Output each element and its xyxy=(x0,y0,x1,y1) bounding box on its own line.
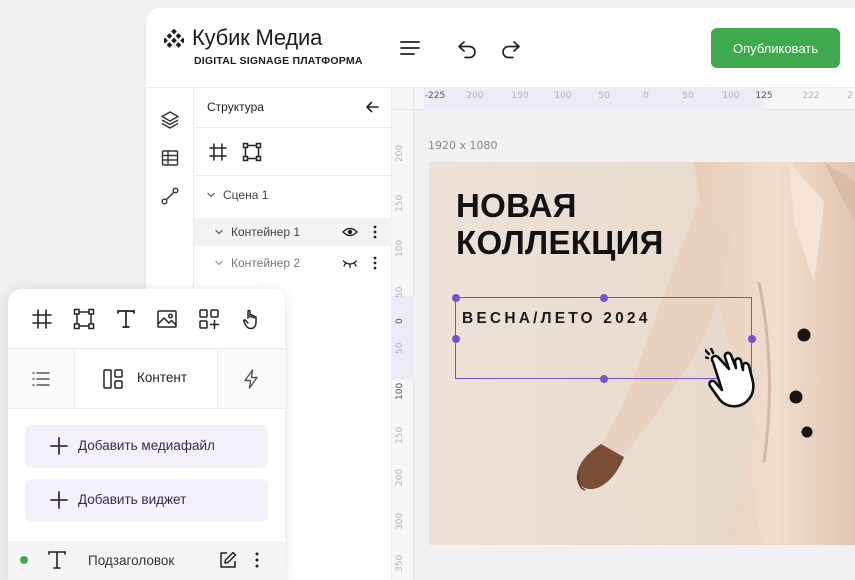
ruler-tick-label: -225 xyxy=(424,91,446,101)
ruler-tick-label: 125 xyxy=(755,91,773,101)
resize-handle-right[interactable] xyxy=(747,334,756,343)
structure-title: Структура xyxy=(207,100,264,114)
ruler-tick-label: 150 xyxy=(511,91,529,101)
ruler-tick-label: 150 xyxy=(395,194,405,212)
tab-content-label: Контент xyxy=(137,370,188,385)
tree-label: Контейнер 1 xyxy=(231,225,301,239)
lightning-icon xyxy=(244,369,258,389)
edit-pencil-icon[interactable] xyxy=(218,550,238,570)
tab-actions[interactable] xyxy=(218,349,285,408)
text-type-icon xyxy=(48,551,66,569)
structure-header: Структура xyxy=(194,88,392,128)
tree-label: Сцена 1 xyxy=(223,188,269,202)
tree-label: Контейнер 2 xyxy=(231,256,301,270)
eye-visible-icon[interactable] xyxy=(342,225,358,239)
tree-item-container-2[interactable]: Контейнер 2 xyxy=(194,249,392,277)
element-toolbar xyxy=(8,289,285,349)
redo-arrow-icon[interactable] xyxy=(499,36,523,60)
add-widget-button[interactable]: Добавить виджет xyxy=(25,479,268,522)
container-box-icon[interactable] xyxy=(242,142,262,162)
headline-line-1: НОВАЯ xyxy=(456,187,577,224)
content-blocks-icon xyxy=(103,369,123,389)
ruler-tick-label: 200 xyxy=(466,91,484,101)
ruler-tick-label: 2 xyxy=(847,91,853,101)
ruler-horizontal: -225 200 150 100 50 0 50 100 125 222 2 xyxy=(414,88,855,110)
hand-pointer-icon[interactable] xyxy=(240,308,262,330)
top-bar: Кубик Медиа DIGITAL SIGNAGE ПЛАТФОРМА Оп… xyxy=(146,8,855,88)
more-vertical-icon[interactable] xyxy=(372,255,378,271)
ruler-tick-label: 50 xyxy=(598,91,610,101)
app-subtitle: DIGITAL SIGNAGE ПЛАТФОРМА xyxy=(194,55,363,67)
table-grid-icon[interactable] xyxy=(160,148,180,168)
more-vertical-icon[interactable] xyxy=(372,224,378,240)
eye-hidden-icon[interactable] xyxy=(342,256,358,270)
ruler-tick-label: 350 xyxy=(395,554,405,572)
layer-label: Подзаголовок xyxy=(88,553,175,568)
canvas-area[interactable]: -225 200 150 100 50 0 50 100 125 222 2 2… xyxy=(392,88,855,580)
undo-arrow-icon[interactable] xyxy=(455,36,479,60)
ruler-tick-label: 0 xyxy=(643,91,649,101)
add-widget-label: Добавить виджет xyxy=(78,492,187,507)
ruler-tick-label: 100 xyxy=(722,91,740,101)
ruler-vertical: 200 150 100 50 0 50 100 150 200 300 350 xyxy=(392,110,414,580)
ruler-tick-label: 200 xyxy=(395,144,405,162)
resize-handle-left[interactable] xyxy=(451,334,460,343)
ruler-tick-label: 50 xyxy=(682,91,694,101)
chevron-down-icon[interactable] xyxy=(214,258,224,268)
resize-handle-bottom[interactable] xyxy=(599,374,608,383)
ruler-tick-label: 300 xyxy=(395,512,405,530)
hand-pointer-cursor-icon xyxy=(705,348,755,408)
plus-icon xyxy=(50,491,68,509)
widget-panel: Контент Добавить медиафайл Добавить видж… xyxy=(8,289,285,580)
artboard[interactable]: НОВАЯ КОЛЛЕКЦИЯ ВЕСНА/ЛЕТО 2024 xyxy=(429,162,855,545)
diamond-dots-logo-icon xyxy=(164,29,184,48)
tree-item-container-1[interactable]: Контейнер 1 xyxy=(194,218,392,246)
more-vertical-icon[interactable] xyxy=(254,551,260,569)
artboard-headline[interactable]: НОВАЯ КОЛЛЕКЦИЯ xyxy=(456,187,664,261)
add-media-label: Добавить медиафайл xyxy=(78,438,215,453)
frame-hash-icon[interactable] xyxy=(31,308,53,330)
layer-item-subheading[interactable]: Подзаголовок xyxy=(8,541,285,580)
ruler-tick-label: 100 xyxy=(395,239,405,257)
ruler-tick-label: 150 xyxy=(395,426,405,444)
chevron-down-icon[interactable] xyxy=(214,227,224,237)
status-dot xyxy=(20,556,28,564)
headline-line-2: КОЛЛЕКЦИЯ xyxy=(456,224,664,261)
node-connection-icon[interactable] xyxy=(160,186,180,206)
ruler-tick-label: 50 xyxy=(395,342,405,354)
chevron-down-icon[interactable] xyxy=(206,190,216,200)
list-icon xyxy=(32,372,50,386)
hamburger-menu-icon[interactable] xyxy=(398,36,422,60)
app-title: Кубик Медиа xyxy=(192,25,323,50)
container-box-icon[interactable] xyxy=(73,308,95,330)
ruler-corner xyxy=(392,88,414,110)
ruler-tick-label: 0 xyxy=(395,318,405,324)
text-tool-icon[interactable] xyxy=(115,308,137,330)
resize-handle-top[interactable] xyxy=(599,293,608,302)
add-media-button[interactable]: Добавить медиафайл xyxy=(25,425,268,468)
ruler-tick-label: 50 xyxy=(395,286,405,298)
tab-content[interactable]: Контент xyxy=(74,349,218,408)
image-tool-icon[interactable] xyxy=(156,308,178,330)
ruler-tick-label: 100 xyxy=(395,382,405,400)
ruler-tick-label: 200 xyxy=(395,468,405,486)
tab-list[interactable] xyxy=(8,349,74,408)
ruler-tick-label: 222 xyxy=(802,91,820,101)
ruler-tick-label: 100 xyxy=(554,91,572,101)
tree-item-scene-1[interactable]: Сцена 1 xyxy=(194,181,392,209)
structure-tools xyxy=(194,128,392,176)
frame-hash-icon[interactable] xyxy=(208,142,228,162)
plus-icon xyxy=(50,437,68,455)
panel-tabs: Контент xyxy=(8,349,285,409)
ruler-selection-highlight xyxy=(392,296,414,380)
arrow-left-icon[interactable] xyxy=(364,99,380,115)
add-widget-grid-icon[interactable] xyxy=(198,308,220,330)
resize-handle-top-left[interactable] xyxy=(451,293,460,302)
canvas-size-label: 1920 x 1080 xyxy=(428,139,498,152)
layers-icon[interactable] xyxy=(160,110,180,130)
publish-button[interactable]: Опубликовать xyxy=(711,28,840,68)
